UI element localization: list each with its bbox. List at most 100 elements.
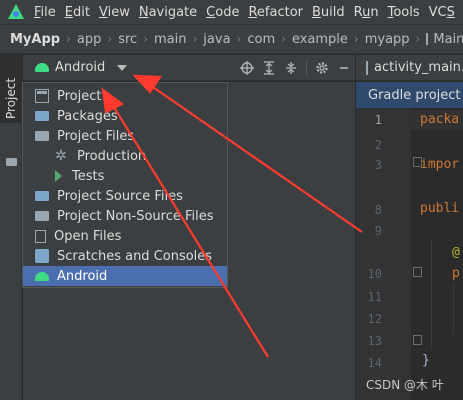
fold-marker-icon[interactable] bbox=[413, 335, 422, 345]
dropdown-option-production[interactable]: ✲ Production bbox=[23, 146, 227, 166]
left-tool-strip: Project bbox=[0, 55, 22, 400]
line-number: 12 bbox=[367, 312, 382, 326]
breadcrumb-item-java[interactable]: java bbox=[203, 32, 230, 47]
menu-tools[interactable]: Tools bbox=[388, 5, 420, 20]
view-selector-dropdown: Project Packages Project Files ✲ Product… bbox=[22, 82, 228, 288]
folder-icon bbox=[35, 131, 49, 141]
file-icon bbox=[35, 229, 46, 243]
menu-run[interactable]: Run bbox=[354, 5, 379, 20]
java-file-icon bbox=[426, 33, 429, 45]
collapse-all-icon[interactable] bbox=[280, 57, 302, 79]
menu-bar: File Edit View Navigate Code Refactor Bu… bbox=[0, 0, 463, 24]
line-number: 10 bbox=[367, 267, 382, 281]
watermark: CSDN @木 叶 bbox=[366, 378, 444, 392]
breadcrumb-separator-icon: › bbox=[281, 32, 286, 46]
menu-navigate[interactable]: Navigate bbox=[139, 5, 197, 20]
menu-refactor[interactable]: Refactor bbox=[248, 5, 303, 20]
project-icon bbox=[35, 89, 49, 103]
dropdown-option-label: Scratches and Consoles bbox=[57, 248, 213, 264]
breadcrumb-item-mainactivity[interactable]: MainActivi bbox=[433, 32, 463, 47]
project-panel-toolbar bbox=[236, 55, 355, 81]
line-number: 3 bbox=[374, 158, 382, 172]
project-panel-header: Android bbox=[23, 55, 355, 81]
breadcrumb-item-com[interactable]: com bbox=[247, 32, 275, 47]
code-line[interactable]: p bbox=[452, 266, 460, 281]
minimize-icon[interactable] bbox=[333, 57, 355, 79]
breadcrumb-separator-icon: › bbox=[107, 32, 113, 46]
breadcrumb-separator-icon: › bbox=[192, 32, 198, 46]
code-line[interactable]: } bbox=[422, 353, 430, 368]
dropdown-option-project-source-files[interactable]: Project Source Files bbox=[23, 186, 227, 206]
breadcrumb-separator-icon: › bbox=[353, 32, 359, 46]
dropdown-option-label: Project Non-Source Files bbox=[57, 208, 214, 224]
android-studio-logo-icon bbox=[6, 3, 26, 21]
console-icon bbox=[35, 249, 49, 263]
project-tab-label: Project bbox=[4, 77, 18, 119]
dropdown-option-packages[interactable]: Packages bbox=[23, 106, 227, 126]
xml-file-icon bbox=[366, 60, 368, 75]
breadcrumb-separator-icon: › bbox=[415, 32, 421, 46]
breadcrumb-item-example[interactable]: example bbox=[292, 32, 348, 47]
editor-tab-bar: activity_main. bbox=[356, 55, 463, 81]
code-line[interactable]: packa bbox=[420, 112, 459, 127]
gear-icon: ✲ bbox=[55, 148, 67, 164]
menu-view[interactable]: View bbox=[99, 5, 130, 20]
dropdown-option-tests[interactable]: Tests bbox=[23, 166, 227, 186]
toolbar-divider bbox=[306, 60, 307, 76]
dropdown-option-label: Project bbox=[57, 88, 102, 104]
locate-icon[interactable] bbox=[236, 57, 258, 79]
dropdown-option-project-non-source-files[interactable]: Project Non-Source Files bbox=[23, 206, 227, 226]
menu-file[interactable]: File bbox=[34, 5, 56, 20]
breadcrumb-item-main[interactable]: main bbox=[154, 32, 186, 47]
breadcrumb-separator-icon: › bbox=[143, 32, 148, 46]
folder-icon bbox=[35, 191, 49, 201]
code-line[interactable]: @ bbox=[452, 245, 460, 260]
android-icon bbox=[35, 271, 49, 281]
code-line[interactable]: publi bbox=[420, 201, 459, 216]
breadcrumb-separator-icon: › bbox=[236, 32, 242, 46]
dropdown-option-project-files[interactable]: Project Files bbox=[23, 126, 227, 146]
indent-guide bbox=[453, 284, 454, 334]
dropdown-option-label: Open Files bbox=[54, 228, 122, 244]
dropdown-option-project[interactable]: Project bbox=[23, 86, 227, 106]
gear-icon[interactable] bbox=[311, 57, 333, 79]
menu-code[interactable]: Code bbox=[206, 5, 239, 20]
breadcrumb-item-myapp[interactable]: MyApp bbox=[10, 32, 60, 47]
expand-all-icon[interactable] bbox=[258, 57, 280, 79]
gradle-notification-bar[interactable]: Gradle project s bbox=[356, 82, 463, 108]
fold-marker-icon[interactable] bbox=[413, 267, 422, 277]
view-selector-label[interactable]: Android bbox=[55, 60, 105, 75]
folder-icon bbox=[35, 111, 49, 121]
project-tool-window-tab[interactable]: Project bbox=[0, 55, 22, 123]
breadcrumb-item-app[interactable]: app bbox=[77, 32, 101, 47]
line-number: 11 bbox=[367, 290, 382, 304]
line-number: 8 bbox=[374, 203, 382, 217]
breadcrumb-item-myapp-package[interactable]: myapp bbox=[365, 32, 410, 47]
menu-vcs[interactable]: VCS bbox=[429, 5, 455, 20]
folder-icon bbox=[35, 211, 49, 221]
breadcrumb-item-src[interactable]: src bbox=[118, 32, 137, 47]
line-number: 1 bbox=[374, 113, 382, 127]
tab-activity-main[interactable]: activity_main. bbox=[374, 60, 463, 75]
dropdown-option-open-files[interactable]: Open Files bbox=[23, 226, 227, 246]
dropdown-option-scratches-and-consoles[interactable]: Scratches and Consoles bbox=[23, 246, 227, 266]
dropdown-option-label: Packages bbox=[57, 108, 118, 124]
dropdown-option-label: Project Files bbox=[57, 128, 135, 144]
android-icon bbox=[35, 63, 49, 72]
indent-guide bbox=[431, 240, 432, 350]
code-line[interactable]: impor bbox=[420, 157, 459, 172]
dropdown-option-label: Production bbox=[77, 148, 147, 164]
dropdown-option-android[interactable]: Android bbox=[23, 266, 227, 286]
dropdown-option-label: Tests bbox=[72, 168, 105, 184]
dropdown-option-label: Project Source Files bbox=[57, 188, 183, 204]
line-number: 2 bbox=[374, 138, 382, 152]
chevron-down-icon[interactable] bbox=[117, 64, 128, 71]
line-number: 9 bbox=[374, 224, 382, 238]
menu-edit[interactable]: Edit bbox=[65, 5, 90, 20]
line-number: 14 bbox=[367, 356, 382, 370]
breadcrumb-separator-icon: › bbox=[66, 32, 71, 46]
folder-icon[interactable] bbox=[6, 158, 17, 166]
menu-build[interactable]: Build bbox=[312, 5, 345, 20]
breadcrumb: MyApp › app › src › main › java › com › … bbox=[0, 24, 463, 54]
line-number: 13 bbox=[367, 334, 382, 348]
